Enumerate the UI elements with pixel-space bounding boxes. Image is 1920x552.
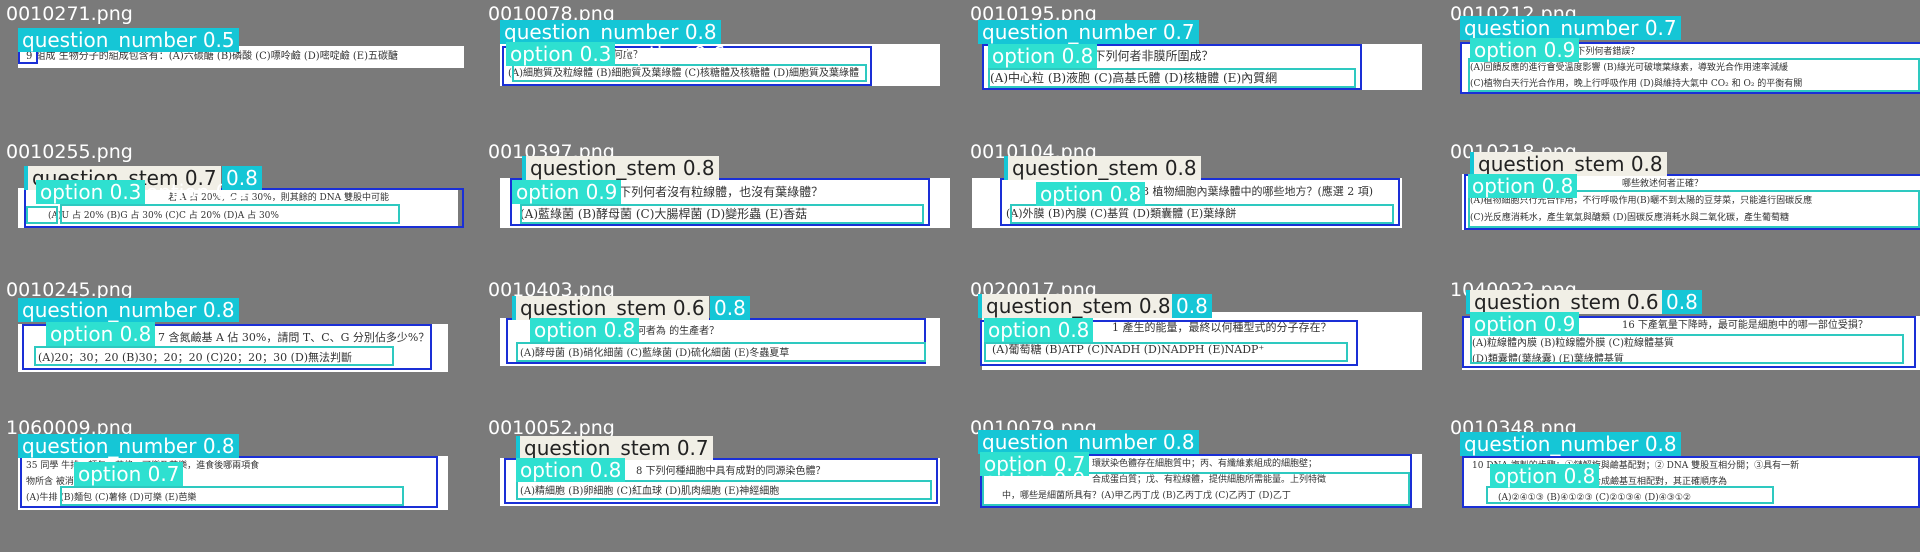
label-question-stem: question_stem 0.6 <box>1466 290 1663 314</box>
tile-0010079: 0010079.png 環狀染色體存在細胞質中；丙、有纖維素組成的細胞壁； 合成… <box>964 414 1440 546</box>
detection-box-option <box>1010 204 1394 224</box>
detection-box-option <box>516 480 932 500</box>
label-question-number: question_number 0.8 <box>18 298 239 322</box>
detection-box-option <box>1468 58 1920 92</box>
tile-0010271: 0010271.png 9 組成 生物分子的組成包含有：(A)六碳醣 (B)磷酸… <box>0 0 476 132</box>
label-option: option 0.9 <box>512 180 622 204</box>
label-question-number: question_number 0.5 <box>18 28 239 52</box>
label-option: option 0.8 <box>530 318 640 342</box>
detection-box-option <box>60 204 400 224</box>
detection-box-option <box>520 204 924 224</box>
label-question-number: question_number 0.8 <box>18 434 239 458</box>
tile-0010245: 0010245.png 7 含氮鹼基 A 佔 30%，請問 T、C、G 分別佔多… <box>0 276 476 408</box>
detection-box-option <box>988 68 1356 88</box>
label-score: 0.8 <box>1172 294 1212 318</box>
label-question-number: question_number 0.8 <box>1460 432 1681 456</box>
tile-0010348: 0010348.png 10 DNA 複製的步驟：①鏈解旋與鹼基配對；② DNA… <box>1444 414 1920 546</box>
tile-0020017: 0020017.png 1 產生的能量，最終以何種型式的分子存在？ (A)葡萄糖… <box>964 276 1440 408</box>
tile-0010052: 0010052.png 8 下列何種細胞中具有成對的同源染色體？ (A)精細胞 … <box>482 414 958 546</box>
label-option: option 0.7 <box>74 462 184 486</box>
label-option: option 0.8 <box>984 318 1094 342</box>
label-question-number: question_number 0.7 <box>1460 16 1681 40</box>
label-option: option 0.8 <box>46 322 156 346</box>
tile-0010104: 0010104.png 8 植物細胞內葉綠體中的哪些地方？(應選 2 項) (A… <box>964 138 1440 270</box>
tile-1060009: 1060009.png 35 同學 牛排、麵包、薯條、可樂及芭樂，進食後哪兩項食… <box>0 414 476 546</box>
detection-grid: 0010271.png 9 組成 生物分子的組成包含有：(A)六碳醣 (B)磷酸… <box>0 0 1920 552</box>
label-question-stem: question_stem 0.8 <box>1470 152 1667 176</box>
label-question-number: question_number 0.8 <box>500 20 721 44</box>
tile-0010397: 0010397.png 16 下列何者沒有粒線體，也沒有葉綠體？ (A)藍綠菌 … <box>482 138 958 270</box>
label-question-stem: question_stem 0.7 <box>516 436 713 460</box>
label-question-stem: question_stem 0.8 <box>522 156 719 180</box>
tile-1040022: 1040022.png 16 下產氧量下降時，最可能是細胞中的哪一部位受損？ (… <box>1444 276 1920 408</box>
tile-0010212: 0010212.png 11 下列何者錯誤？ (A)回饋反應的進行會受溫度影響 … <box>1444 0 1920 132</box>
tile-0010403: 0010403.png 22 下列何者為 的生產者？ (A)酵母菌 (B)硝化細… <box>482 276 958 408</box>
label-score: 0.8 <box>1662 290 1702 314</box>
detection-box-option <box>1470 334 1904 364</box>
detection-box-option <box>26 206 58 224</box>
label-option: option 0.8 <box>1468 174 1578 198</box>
label-question-stem: question_stem 0.8 <box>978 294 1175 318</box>
label-question-number: question_number 0.7 <box>978 20 1199 44</box>
label-question-number: question_number 0.8 <box>978 430 1199 454</box>
detection-box-option <box>1486 486 1774 504</box>
label-option: option 0.8 <box>1490 464 1600 488</box>
detection-box-option <box>984 342 1348 362</box>
tile-filename: 0010271.png <box>6 3 133 25</box>
label-question-stem: question_stem 0.6 <box>512 296 709 320</box>
label-option: option 0.9 <box>1470 312 1580 336</box>
tile-0010078: 0010078.png 5 下列何者 發生在何處？ (A)細胞質及粒線體 (B)… <box>482 0 958 132</box>
tile-0010218: 0010218.png 哪些敘述何者正確？ (A)植物細胞只行光合作用，不行呼吸… <box>1444 138 1920 270</box>
label-option: option 0.9 <box>1470 38 1580 62</box>
tile-filename: 0010255.png <box>6 141 133 163</box>
label-option: option 0.8 <box>516 458 626 482</box>
label-question-stem: question_stem 0.8 <box>1004 156 1201 180</box>
label-score: 0.8 <box>222 166 262 190</box>
label-score: 0.8 <box>710 296 750 320</box>
label-option: option 0.8 <box>1036 182 1146 206</box>
detection-box-option <box>60 486 404 506</box>
label-option: option 0.6 <box>624 42 726 66</box>
label-option: option 0.3 <box>506 42 616 66</box>
detection-box-option <box>34 346 394 366</box>
detection-box-option <box>512 64 867 82</box>
tile-0010195: 0010195.png 9 下列何者非膜所圍成？ (A)中心粒 (B)液胞 (C… <box>964 0 1440 132</box>
label-option: option 0.9 <box>984 468 1086 492</box>
detection-box-option <box>516 342 926 362</box>
tile-0010255: 0010255.png 若 A 占 20%，C 占 30%，則其餘的 DNA 雙… <box>0 138 476 270</box>
label-option: option 0.8 <box>988 44 1098 68</box>
label-option: option 0.3 <box>36 180 146 204</box>
